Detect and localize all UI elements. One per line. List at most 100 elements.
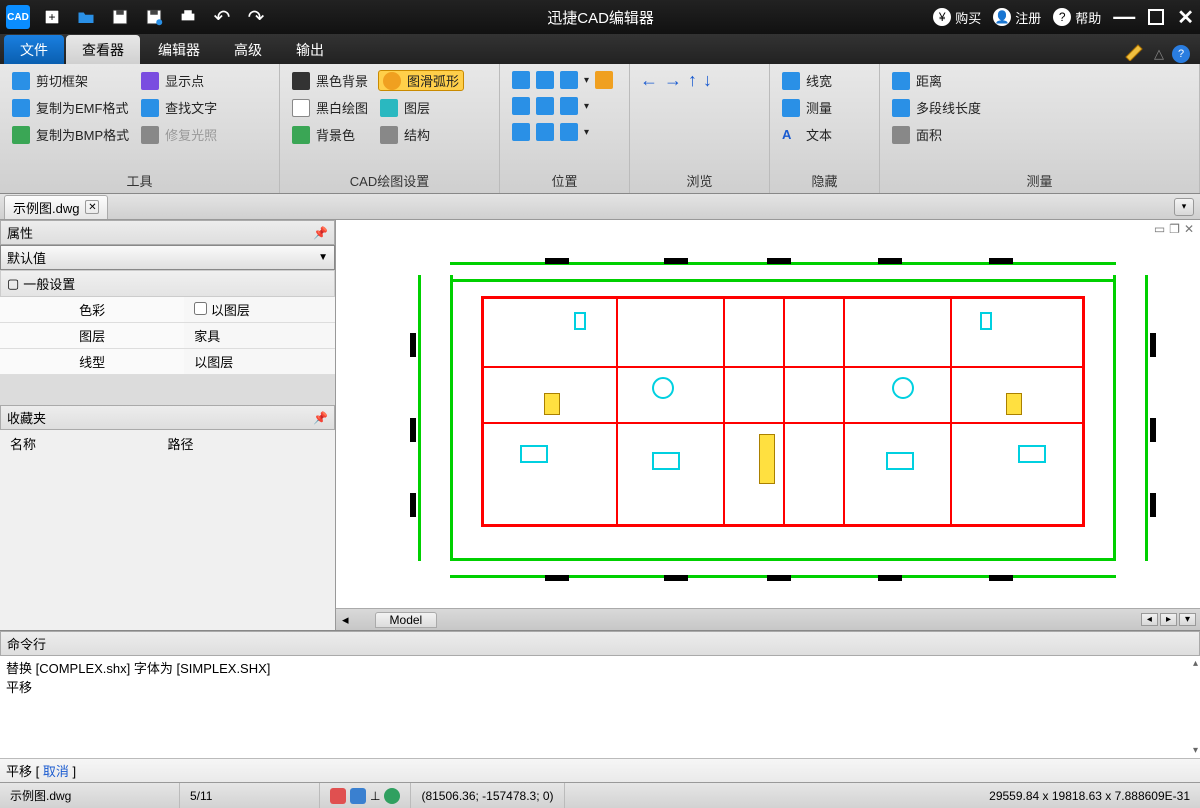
ribbon-label-hide: 隐藏 (780, 169, 869, 193)
general-section-header[interactable]: ▢一般设置 (0, 270, 335, 297)
undo-icon[interactable]: ↶ (210, 5, 234, 29)
area-button[interactable]: 面积 (890, 124, 983, 145)
scroll-tabs-left-icon[interactable]: ◂ (336, 612, 355, 628)
ribbon-group-tools: 剪切框架 复制为EMF格式 复制为BMP格式 显示点 查找文字 修复光照 工具 (0, 64, 280, 193)
status-extents: 29559.84 x 19818.63 x 7.888609E-31 (979, 789, 1200, 803)
register-button[interactable]: 👤注册 (993, 8, 1041, 27)
distance-button[interactable]: 距离 (890, 70, 983, 91)
tab-editor[interactable]: 编辑器 (142, 35, 216, 64)
command-panel-header[interactable]: 命令行 (0, 631, 1200, 656)
collapse-ribbon-icon[interactable]: △ (1154, 46, 1164, 62)
help-icon[interactable]: ? (1172, 45, 1190, 63)
canvas-min-icon[interactable]: ▭ (1154, 222, 1165, 236)
properties-grid: ▢一般设置 色彩 以图层 图层家具 线型以图层 (0, 270, 335, 375)
smooth-arc-button[interactable]: 图滑弧形 (378, 70, 464, 91)
pin-icon[interactable]: 📌 (313, 226, 328, 240)
ribbon-label-cad: CAD绘图设置 (290, 169, 489, 193)
close-button[interactable]: ✕ (1177, 5, 1194, 30)
black-bg-button[interactable]: 黑色背景 (290, 70, 370, 91)
work-area: 属性📌 默认值▼ ▢一般设置 色彩 以图层 图层家具 线型以图层 收藏夹📌 名称… (0, 220, 1200, 630)
favorites-panel-header[interactable]: 收藏夹📌 (0, 405, 335, 430)
print-icon[interactable] (176, 5, 200, 29)
status-filename: 示例图.dwg (0, 783, 180, 808)
copy-bmp-button[interactable]: 复制为BMP格式 (10, 124, 131, 145)
status-coords: (81506.36; -157478.3; 0) (411, 783, 564, 808)
bg-color-button[interactable]: 背景色 (290, 124, 370, 145)
text-toggle-button[interactable]: A文本 (780, 124, 834, 145)
save-icon[interactable] (108, 5, 132, 29)
show-point-button[interactable]: 显示点 (139, 70, 219, 91)
measure-toggle-button[interactable]: 测量 (780, 97, 834, 118)
open-file-icon[interactable] (74, 5, 98, 29)
ribbon-label-browse: 浏览 (640, 169, 759, 193)
prop-row-color[interactable]: 色彩 以图层 (0, 297, 335, 323)
default-value-dropdown[interactable]: 默认值▼ (0, 245, 335, 270)
layer-button[interactable]: 图层 (378, 97, 464, 118)
save-as-icon[interactable] (142, 5, 166, 29)
ribbon-label-position: 位置 (510, 169, 619, 193)
window-title: 迅捷CAD编辑器 (268, 7, 933, 28)
minimize-button[interactable]: — (1113, 4, 1135, 30)
scroll-up-icon[interactable]: ▴ (1193, 658, 1198, 669)
model-tab[interactable]: Model (375, 612, 438, 628)
repair-light-button: 修复光照 (139, 124, 219, 145)
buy-button[interactable]: ¥购买 (933, 8, 981, 27)
tab-viewer[interactable]: 查看器 (66, 35, 140, 64)
command-input[interactable]: 平移 [ 取消 ] (0, 758, 1200, 782)
app-logo-icon: CAD (6, 5, 30, 29)
canvas-close-icon[interactable]: ✕ (1184, 222, 1194, 236)
tab-output[interactable]: 输出 (280, 35, 340, 64)
document-tab[interactable]: 示例图.dwg ✕ (4, 195, 108, 219)
maximize-button[interactable] (1147, 8, 1165, 26)
line-width-button[interactable]: 线宽 (780, 70, 834, 91)
osnap-toggle-icon[interactable] (384, 788, 400, 804)
canvas-wrapper: ▭ ❐ ✕ (336, 220, 1200, 630)
tab-advanced[interactable]: 高级 (218, 35, 278, 64)
command-history-line: 平移 (6, 677, 1194, 696)
collapse-tabs-button[interactable]: ▾ (1174, 198, 1194, 216)
nav-arrows[interactable]: ←→↑↓ (640, 70, 712, 91)
redo-icon[interactable]: ↷ (244, 5, 268, 29)
floorplan-drawing (386, 248, 1180, 588)
properties-panel-header[interactable]: 属性📌 (0, 220, 335, 245)
command-history-line: 替换 [COMPLEX.shx] 字体为 [SIMPLEX.SHX] (6, 658, 1194, 677)
scroll-right-icon[interactable]: ▸ (1160, 613, 1177, 626)
new-file-icon[interactable]: + (40, 5, 64, 29)
zoom-tools-row2[interactable]: ▾ (510, 96, 615, 116)
document-tab-label: 示例图.dwg (13, 198, 79, 217)
bw-drawing-button[interactable]: 黑白绘图 (290, 97, 370, 118)
tab-dropdown-icon[interactable]: ▾ (1179, 613, 1196, 626)
prop-row-linetype[interactable]: 线型以图层 (0, 349, 335, 375)
zoom-tools-row1[interactable]: ▾ (510, 70, 615, 90)
ortho-toggle-icon[interactable]: ⊥ (370, 789, 380, 803)
polyline-length-button[interactable]: 多段线长度 (890, 97, 983, 118)
ribbon-group-measure: 距离 多段线长度 面积 测量 (880, 64, 1200, 193)
drawing-canvas[interactable] (336, 238, 1200, 608)
zoom-tools-row3[interactable]: ▾ (510, 122, 615, 142)
structure-button[interactable]: 结构 (378, 124, 464, 145)
close-tab-icon[interactable]: ✕ (85, 200, 99, 214)
grid-toggle-icon[interactable] (350, 788, 366, 804)
status-bar: 示例图.dwg 5/11 ⊥ (81506.36; -157478.3; 0) … (0, 782, 1200, 808)
favorites-panel: 名称 路径 (0, 430, 335, 630)
side-panels: 属性📌 默认值▼ ▢一般设置 色彩 以图层 图层家具 线型以图层 收藏夹📌 名称… (0, 220, 336, 630)
ribbon-group-position: ▾ ▾ ▾ 位置 (500, 64, 630, 193)
command-history[interactable]: 替换 [COMPLEX.shx] 字体为 [SIMPLEX.SHX] 平移 ▴ … (0, 656, 1200, 758)
clip-frame-button[interactable]: 剪切框架 (10, 70, 131, 91)
prop-row-layer[interactable]: 图层家具 (0, 323, 335, 349)
cancel-link[interactable]: 取消 (43, 764, 69, 779)
help-button[interactable]: ?帮助 (1053, 8, 1101, 27)
customize-icon[interactable] (1124, 43, 1146, 64)
color-by-layer-checkbox[interactable] (194, 302, 207, 315)
pin-icon[interactable]: 📌 (313, 411, 328, 425)
document-tab-bar: 示例图.dwg ✕ ▾ (0, 194, 1200, 220)
find-text-button[interactable]: 查找文字 (139, 97, 219, 118)
copy-emf-button[interactable]: 复制为EMF格式 (10, 97, 131, 118)
ribbon-group-browse: ←→↑↓ 浏览 (630, 64, 770, 193)
scroll-down-icon[interactable]: ▾ (1193, 745, 1198, 756)
status-tools: ⊥ (320, 783, 411, 808)
tab-file[interactable]: 文件 (4, 35, 64, 64)
scroll-left-icon[interactable]: ◂ (1141, 613, 1158, 626)
snap-toggle-icon[interactable] (330, 788, 346, 804)
canvas-restore-icon[interactable]: ❐ (1169, 222, 1180, 236)
